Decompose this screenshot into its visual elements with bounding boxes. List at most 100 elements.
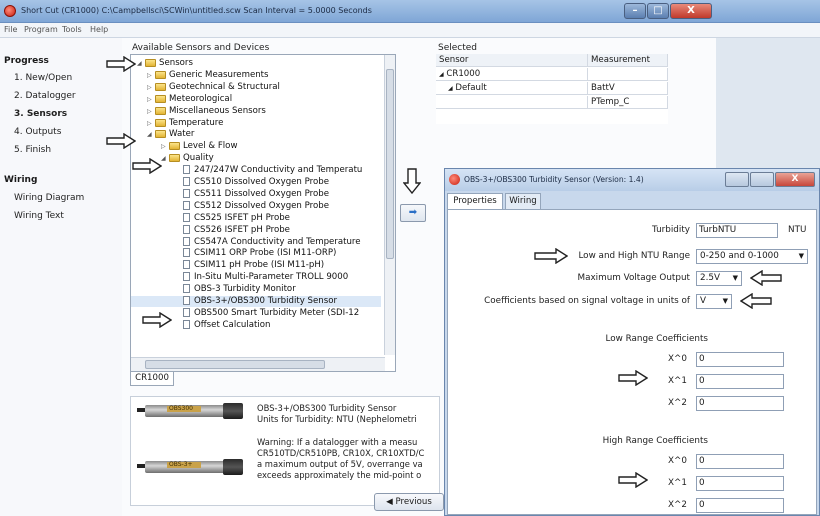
tree-item[interactable]: OBS-3+/OBS300 Turbidity Sensor	[131, 296, 381, 307]
document-icon	[183, 284, 190, 294]
document-icon	[183, 188, 190, 198]
tree-item[interactable]: OBS-3 Turbidity Monitor	[131, 284, 381, 295]
high-x2-field[interactable]: 0	[696, 498, 784, 513]
turbidity-field[interactable]: TurbNTU	[696, 223, 778, 238]
collapsed-triangle-icon[interactable]: ▷	[147, 108, 152, 115]
tree-item[interactable]: ◢ Water	[131, 129, 381, 140]
row-measurement[interactable]	[588, 68, 668, 81]
document-icon	[183, 319, 190, 329]
tree-item[interactable]: ▷ Generic Measurements	[131, 70, 381, 81]
document-icon	[183, 236, 190, 246]
tree-horizontal-scrollbar[interactable]	[131, 357, 385, 371]
tree-item[interactable]: ▷ Temperature	[131, 118, 381, 129]
tree-item[interactable]: CSIM11 ORP Probe (ISI M11-ORP)	[131, 248, 381, 259]
voltage-select[interactable]: 2.5V ▼	[696, 271, 742, 286]
nav-step-datalogger[interactable]: 2. Datalogger	[14, 91, 76, 101]
turbidity-unit: NTU	[788, 225, 807, 235]
tree-item[interactable]: ▷ Geotechnical & Structural	[131, 82, 381, 93]
tree-item[interactable]: CS526 ISFET pH Probe	[131, 224, 381, 236]
tab-cr1000[interactable]: CR1000	[130, 372, 174, 386]
high-x2-label: X^2	[668, 500, 687, 510]
coeff-units-select[interactable]: V ▼	[696, 294, 732, 309]
tree-item-label: CS547A Conductivity and Temperature	[194, 236, 361, 247]
dialog-minimize-button[interactable]	[725, 172, 749, 187]
collapsed-triangle-icon[interactable]: ▷	[147, 72, 152, 79]
table-row[interactable]: ◢ Default	[436, 82, 588, 95]
app-icon	[4, 5, 16, 17]
tree-scroll-thumb[interactable]	[386, 69, 394, 259]
nav-step-outputs[interactable]: 4. Outputs	[14, 127, 61, 137]
wiring-heading: Wiring	[4, 175, 38, 185]
expanded-triangle-icon[interactable]: ◢	[137, 60, 142, 67]
menu-file[interactable]: File	[4, 25, 17, 34]
document-icon	[183, 248, 190, 258]
add-sensor-button[interactable]: ➡	[400, 204, 426, 222]
low-x1-field[interactable]: 0	[696, 374, 784, 389]
nav-step-new-open[interactable]: 1. New/Open	[14, 73, 72, 83]
tree-item[interactable]: CS525 ISFET pH Probe	[131, 212, 381, 224]
column-header-measurement[interactable]: Measurement	[588, 54, 668, 67]
tree-item-label: Temperature	[169, 117, 224, 128]
dialog-maximize-button[interactable]	[750, 172, 774, 187]
tree-item[interactable]: CSIM11 pH Probe (ISI M11-pH)	[131, 260, 381, 271]
collapsed-triangle-icon[interactable]: ▷	[147, 84, 152, 91]
tree-item-label: Miscellaneous Sensors	[169, 105, 266, 116]
dialog-close-button[interactable]: X	[775, 172, 815, 187]
menu-help[interactable]: Help	[90, 25, 108, 34]
info-warning-2: CR510TD/CR510PB, CR10X, CR10XTD/C	[257, 448, 425, 458]
dialog-app-icon	[449, 174, 460, 185]
minimize-button[interactable]: –	[624, 3, 646, 19]
tree-item[interactable]: ◢ Sensors	[131, 58, 381, 69]
tab-wiring[interactable]: Wiring	[505, 193, 541, 209]
selected-grid[interactable]: Sensor Measurement ◢ CR1000 ◢ Default Ba…	[436, 54, 668, 124]
table-row[interactable]: ◢ CR1000	[436, 68, 588, 81]
high-x0-label: X^0	[668, 456, 687, 466]
tree-item[interactable]: CS512 Dissolved Oxygen Probe	[131, 200, 381, 212]
collapsed-triangle-icon[interactable]: ▷	[161, 143, 166, 150]
row-measurement[interactable]: BattV	[588, 82, 668, 95]
row-measurement[interactable]: PTemp_C	[588, 96, 668, 109]
tree-item-label: OBS500 Smart Turbidity Meter (SDI-12	[194, 307, 360, 318]
collapsed-triangle-icon[interactable]: ▷	[147, 120, 152, 127]
menu-program[interactable]: Program	[24, 25, 58, 34]
low-x0-field[interactable]: 0	[696, 352, 784, 367]
tree-hscroll-thumb[interactable]	[145, 360, 325, 369]
tab-properties[interactable]: Properties	[447, 193, 503, 210]
menu-tools[interactable]: Tools	[62, 25, 82, 34]
tree-item[interactable]: ▷ Level & Flow	[131, 141, 381, 152]
document-icon	[183, 272, 190, 282]
tree-item[interactable]: In-Situ Multi-Parameter TROLL 9000	[131, 272, 381, 283]
tree-item[interactable]: ◢ Quality	[131, 153, 381, 164]
tree-vertical-scrollbar[interactable]	[384, 55, 395, 355]
tree-item[interactable]: ▷ Meteorological	[131, 94, 381, 105]
expand-triangle-icon[interactable]: ◢	[439, 71, 444, 78]
low-x2-field[interactable]: 0	[696, 396, 784, 411]
previous-button[interactable]: ◀ Previous	[374, 493, 444, 511]
tree-item[interactable]: 247/247W Conductivity and Temperatu	[131, 165, 381, 176]
collapsed-triangle-icon[interactable]: ▷	[147, 96, 152, 103]
tree-item[interactable]: CS511 Dissolved Oxygen Probe	[131, 188, 381, 200]
tree-item[interactable]: ▷ Miscellaneous Sensors	[131, 106, 381, 117]
high-x0-field[interactable]: 0	[696, 454, 784, 469]
nav-wiring-diagram[interactable]: Wiring Diagram	[14, 193, 84, 203]
tree-item-label: Offset Calculation	[194, 319, 271, 330]
tree-item-label: Quality	[183, 153, 214, 164]
high-x1-label: X^1	[668, 478, 687, 488]
nav-step-sensors[interactable]: 3. Sensors	[14, 109, 67, 119]
nav-wiring-text[interactable]: Wiring Text	[14, 211, 64, 221]
tree-item[interactable]: CS510 Dissolved Oxygen Probe	[131, 177, 381, 188]
ntu-range-select[interactable]: 0-250 and 0-1000 ▼	[696, 249, 808, 264]
close-button[interactable]: X	[670, 3, 712, 19]
main-window-title: Short Cut (CR1000) C:\Campbellsci\SCWin\…	[21, 6, 372, 15]
maximize-button[interactable]: □	[647, 3, 669, 19]
expanded-triangle-icon[interactable]: ◢	[147, 131, 152, 138]
expand-triangle-icon[interactable]: ◢	[448, 85, 453, 92]
table-row[interactable]	[436, 96, 588, 109]
tree-item-label: OBS-3+/OBS300 Turbidity Sensor	[194, 296, 337, 306]
nav-step-finish[interactable]: 5. Finish	[14, 145, 51, 155]
folder-icon	[169, 154, 180, 163]
high-x1-field[interactable]: 0	[696, 476, 784, 491]
column-header-sensor[interactable]: Sensor	[436, 54, 588, 67]
low-x2-label: X^2	[668, 398, 687, 408]
tree-item[interactable]: CS547A Conductivity and Temperature	[131, 236, 381, 248]
